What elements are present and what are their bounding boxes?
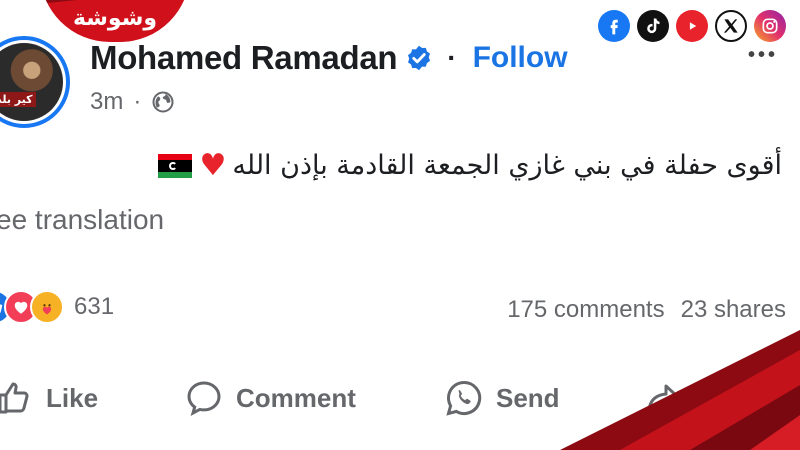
instagram-icon[interactable] bbox=[754, 10, 786, 42]
thumbs-up-icon bbox=[0, 382, 29, 414]
comment-label: Comment bbox=[236, 382, 356, 413]
avatar-label: كير بلد bbox=[0, 92, 36, 107]
youtube-icon[interactable] bbox=[676, 10, 708, 42]
share-label: Sha bbox=[696, 382, 744, 413]
social-icons bbox=[598, 10, 786, 42]
avatar-image: كير بلد bbox=[0, 43, 63, 121]
care-reaction-icon bbox=[30, 290, 64, 324]
avatar[interactable]: كير بلد bbox=[0, 36, 70, 128]
verified-badge-icon bbox=[408, 45, 431, 71]
libya-flag-icon bbox=[157, 153, 192, 178]
share-button[interactable]: Sha bbox=[644, 372, 744, 424]
post-text-content: أقوى حفلة في بني غازي الجمعة القادمة بإذ… bbox=[232, 150, 782, 181]
send-label: Send bbox=[496, 382, 560, 413]
like-button[interactable]: Like bbox=[0, 372, 98, 424]
whatsapp-icon bbox=[446, 380, 482, 416]
header-separator: · bbox=[447, 42, 457, 73]
reaction-count: 631 bbox=[74, 293, 115, 320]
globe-icon[interactable] bbox=[151, 90, 175, 114]
post-meta: 3m · bbox=[90, 88, 175, 116]
follow-button[interactable]: Follow bbox=[473, 41, 568, 75]
brand-logo-text: وشوشة bbox=[72, 6, 158, 31]
x-icon[interactable] bbox=[715, 10, 747, 42]
like-label: Like bbox=[46, 382, 99, 413]
post-header: Mohamed Ramadan · Follow bbox=[90, 36, 568, 80]
send-button[interactable]: Send bbox=[444, 372, 560, 424]
share-icon bbox=[647, 384, 681, 412]
tiktok-icon[interactable] bbox=[637, 10, 669, 42]
post-text: أقوى حفلة في بني غازي الجمعة القادمة بإذ… bbox=[157, 148, 782, 183]
author-name[interactable]: Mohamed Ramadan bbox=[90, 39, 398, 77]
see-translation-link[interactable]: ee translation bbox=[0, 204, 164, 236]
facebook-icon[interactable] bbox=[598, 10, 630, 42]
comment-button[interactable]: Comment bbox=[184, 372, 356, 424]
meta-separator: · bbox=[133, 88, 142, 115]
more-options-icon[interactable]: ••• bbox=[748, 44, 778, 67]
post-stats: 175 comments 23 shares bbox=[507, 296, 786, 324]
shares-count-link[interactable]: 23 shares bbox=[681, 296, 786, 324]
post-time[interactable]: 3m bbox=[90, 88, 123, 116]
comment-icon bbox=[187, 381, 221, 416]
action-bar: Like Comment Send Sha bbox=[0, 372, 800, 424]
comments-count-link[interactable]: 175 comments bbox=[507, 296, 664, 324]
reaction-summary[interactable]: 631 bbox=[0, 290, 114, 324]
red-heart-icon: ♥ bbox=[199, 148, 227, 183]
